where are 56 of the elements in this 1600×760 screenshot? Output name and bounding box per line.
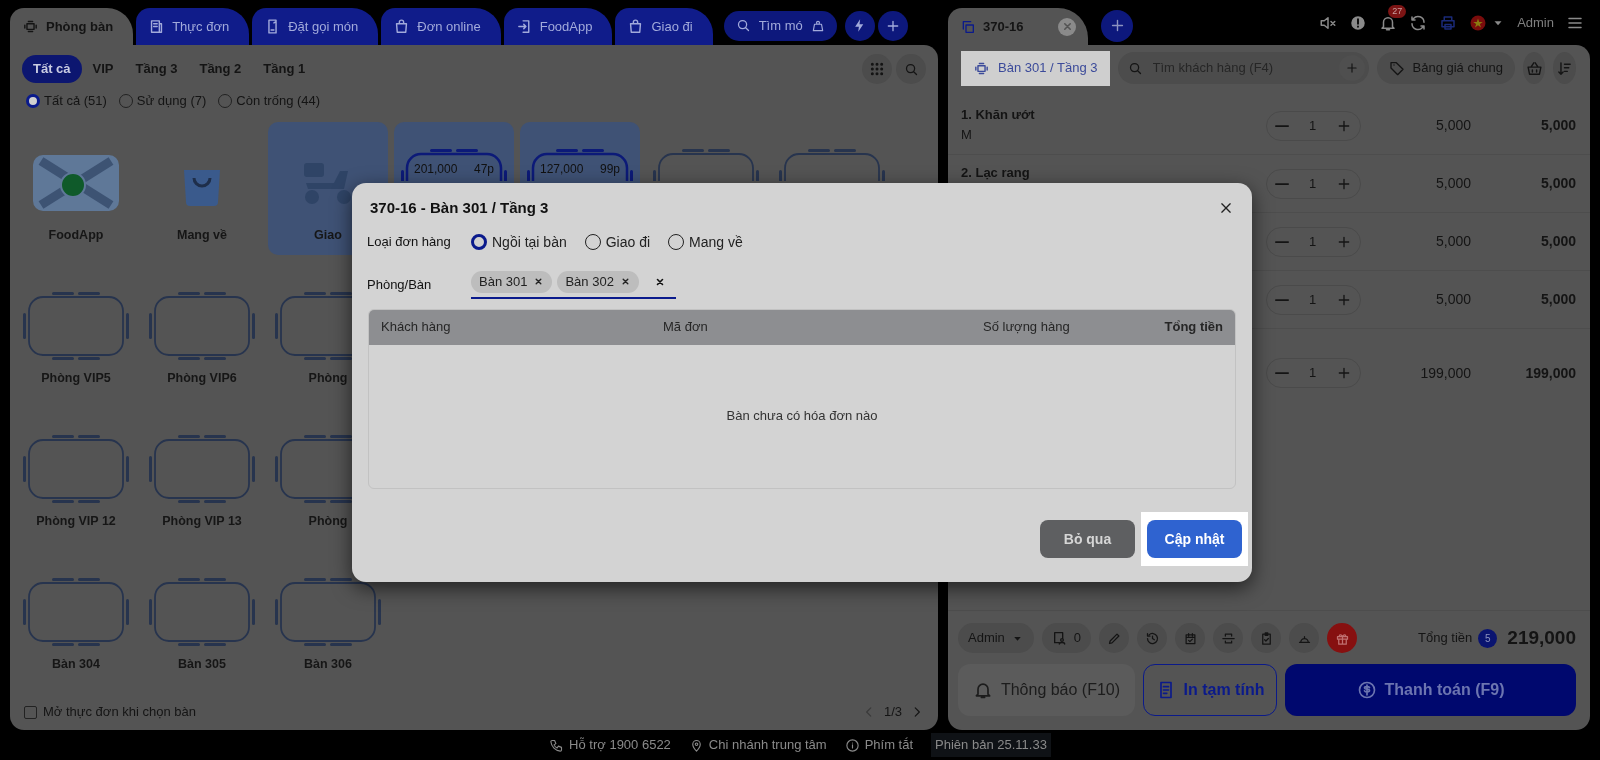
column-header: Tổng tiền <box>1163 318 1223 337</box>
radio-label: Mang về <box>689 232 743 252</box>
notification-count: 27 <box>1388 4 1407 18</box>
status-text: Phiên bản 25.11.33 <box>931 733 1051 757</box>
column-header: Mã đơn <box>663 318 709 337</box>
table-label: Giao <box>314 227 342 244</box>
table-label: Phòng <box>308 513 348 530</box>
unit-price: 5,000 <box>1434 174 1471 193</box>
line-total: 5,000 <box>1539 290 1576 309</box>
page-indicator: 1/3 <box>883 703 902 722</box>
radio-label: Sử dụng (7) <box>136 92 207 111</box>
duration-text: 47p <box>473 161 494 178</box>
column-header: Khách hàng <box>381 318 452 337</box>
table-label: Phòng VIP 12 <box>36 513 116 530</box>
line-total: 199,000 <box>1524 363 1576 383</box>
quantity-value: 1 <box>1308 290 1317 309</box>
tag-label: Bàn 301 <box>479 272 528 291</box>
item-note: M <box>961 126 973 144</box>
table-label: Phòng VIP 13 <box>162 513 242 530</box>
unit-price: 199,000 <box>1419 363 1471 383</box>
quantity-value: 1 <box>1308 116 1317 135</box>
table-label: Phòng VIP6 <box>167 370 237 387</box>
unit-price: 5,000 <box>1434 232 1471 251</box>
duration-text: 99p <box>599 161 620 178</box>
unit-price: 5,000 <box>1434 290 1471 309</box>
radio-label: Còn trống (44) <box>236 92 321 111</box>
line-total: 5,000 <box>1539 232 1576 251</box>
checkbox-label: Mở thực đơn khi chọn bàn <box>43 703 196 722</box>
item-name: 1. Khăn ướt <box>961 107 1036 122</box>
radio-label: Giao đi <box>605 232 651 252</box>
empty-message: Bàn chưa có hóa đơn nào <box>726 407 878 426</box>
total-label: Tổng tiền <box>1418 629 1473 648</box>
item-name: 2. Lạc rang <box>961 165 1031 180</box>
table-label: Bàn 305 <box>178 656 226 673</box>
quantity-value: 1 <box>1308 364 1317 383</box>
quantity-value: 1 <box>1308 232 1317 251</box>
line-total: 5,000 <box>1539 174 1576 193</box>
table-label: Phòng <box>308 370 348 387</box>
line-total: 5,000 <box>1539 116 1576 135</box>
item-count-badge: 5 <box>1478 628 1498 648</box>
tag-label: Bàn 302 <box>565 272 614 291</box>
table-label: Mang về <box>177 227 227 244</box>
unit-price: 5,000 <box>1434 116 1471 135</box>
amount-text: 127,000 <box>540 161 584 178</box>
column-header: Số lượng hàng <box>983 318 1071 337</box>
amount-text: 201,000 <box>414 161 458 178</box>
total-amount: 219,000 <box>1507 625 1576 650</box>
quantity-value: 1 <box>1308 174 1317 193</box>
table-label: Bàn 306 <box>304 656 352 673</box>
search-label: Tìm mó <box>758 16 803 35</box>
radio-label: Ngồi tại bàn <box>492 232 567 252</box>
radio-label: Tất cả (51) <box>44 92 107 111</box>
field-label: Phòng/Bàn <box>367 275 433 294</box>
table-label: Bàn 304 <box>52 656 100 673</box>
table-label: Phòng VIP5 <box>41 370 111 387</box>
table-label: FoodApp <box>48 227 104 244</box>
